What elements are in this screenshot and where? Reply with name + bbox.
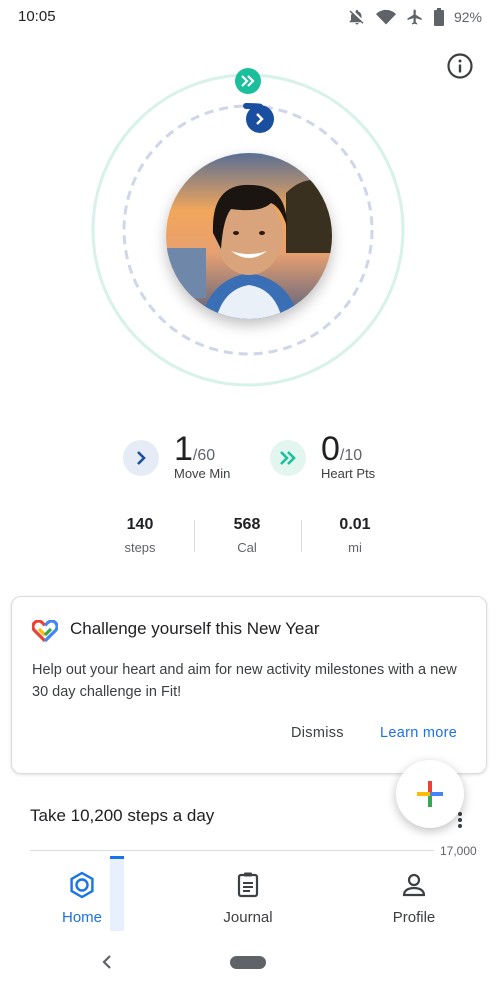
airplane-icon xyxy=(407,9,422,25)
steps-unit: steps xyxy=(124,540,156,555)
learn-more-button[interactable]: Learn more xyxy=(380,725,457,741)
nav-profile-label: Profile xyxy=(392,909,436,926)
status-bar: 10:05 92% xyxy=(0,0,496,34)
stat-steps: 140 steps xyxy=(87,516,193,555)
double-chevron-icon xyxy=(280,451,296,465)
steps-axis-label: 17,000 xyxy=(440,844,477,858)
nav-home[interactable]: Home xyxy=(22,870,142,926)
nav-journal[interactable]: Journal xyxy=(188,870,308,926)
stat-distance: 0.01 mi xyxy=(302,516,408,555)
card-title: Challenge yourself this New Year xyxy=(70,619,320,638)
distance-unit: mi xyxy=(348,540,362,555)
heart-pts-label: Heart Pts xyxy=(321,466,376,481)
heart-pts-goal: /10 xyxy=(339,447,363,464)
steps-chart-gridline xyxy=(30,850,434,851)
steps-goal-title: Take 10,200 steps a day xyxy=(30,806,215,825)
heart-pts-metric: 0/10 Heart Pts xyxy=(321,432,375,481)
move-min-value: 1 xyxy=(174,430,193,468)
system-navigation-bar xyxy=(0,932,496,992)
avatar-photo xyxy=(166,153,332,319)
move-min-marker xyxy=(246,105,274,133)
calories-unit: Cal xyxy=(237,540,257,555)
nav-profile[interactable]: Profile xyxy=(354,870,474,926)
battery-icon xyxy=(433,8,444,26)
chevron-right-icon xyxy=(137,451,146,465)
double-chevron-icon xyxy=(241,75,255,87)
dismiss-button[interactable]: Dismiss xyxy=(291,725,344,741)
battery-percent: 92% xyxy=(453,9,482,25)
back-icon[interactable] xyxy=(100,954,114,970)
move-min-label: Move Min xyxy=(174,466,231,481)
nav-journal-label: Journal xyxy=(223,909,273,926)
journal-icon xyxy=(237,872,259,898)
heart-pts-icon-badge xyxy=(270,440,306,476)
move-min-metric: 1/60 Move Min xyxy=(174,432,230,481)
steps-value: 140 xyxy=(126,516,154,533)
home-gesture-pill[interactable] xyxy=(230,956,266,969)
status-time: 10:05 xyxy=(18,8,56,25)
add-icon xyxy=(417,781,443,807)
move-min-goal: /60 xyxy=(192,447,216,464)
profile-icon xyxy=(402,873,426,897)
distance-value: 0.01 xyxy=(339,516,371,533)
info-icon xyxy=(447,53,473,79)
chevron-right-icon xyxy=(256,113,264,125)
nav-home-label: Home xyxy=(61,909,102,926)
calories-value: 568 xyxy=(233,516,261,533)
stat-calories: 568 Cal xyxy=(194,516,300,555)
bottom-navigation: Home Journal Profile xyxy=(0,856,496,932)
info-button[interactable] xyxy=(446,52,474,80)
wifi-icon xyxy=(375,9,396,25)
challenge-card: Challenge yourself this New Year Help ou… xyxy=(11,596,487,774)
heart-pts-marker xyxy=(235,68,261,94)
notifications-off-icon xyxy=(349,9,364,25)
card-body: Help out your heart and aim for new acti… xyxy=(32,662,457,700)
profile-avatar[interactable] xyxy=(166,153,332,319)
home-ring-icon xyxy=(70,871,94,899)
add-activity-button[interactable] xyxy=(396,760,464,828)
status-icons: 92% xyxy=(348,6,482,28)
google-fit-heart-icon xyxy=(32,620,58,642)
move-min-icon-badge xyxy=(123,440,159,476)
heart-pts-value: 0 xyxy=(321,430,340,468)
